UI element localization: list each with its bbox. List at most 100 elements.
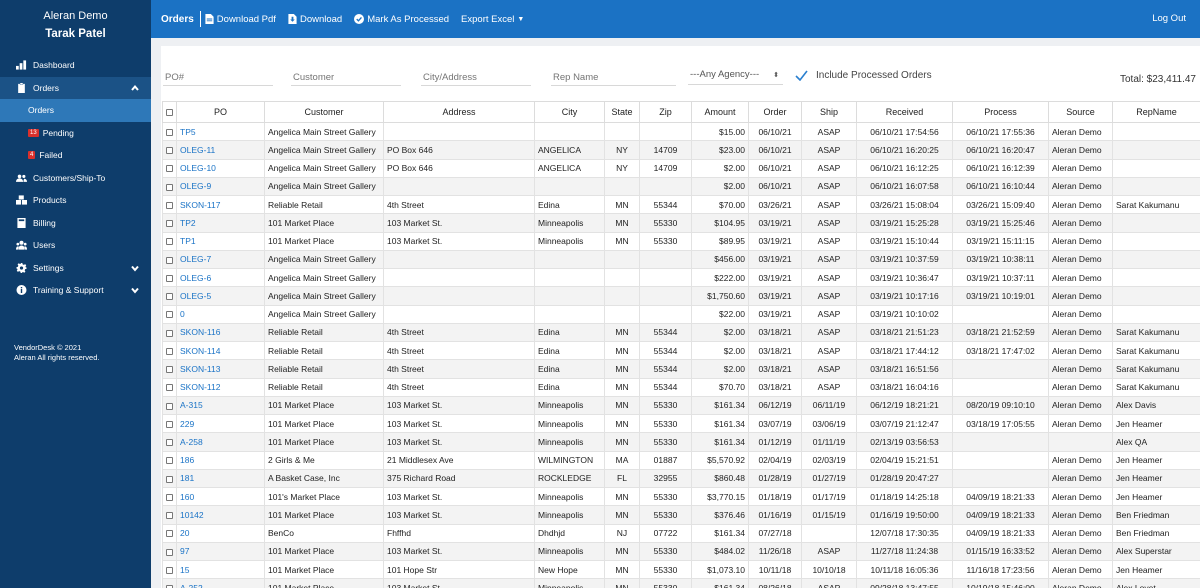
column-header-city[interactable]: City bbox=[534, 101, 605, 123]
table-row[interactable]: 10142 101 Market Place 103 Market St. Minne… bbox=[162, 505, 1200, 525]
po-link[interactable]: 186 bbox=[176, 450, 265, 470]
po-link[interactable]: TP1 bbox=[176, 231, 265, 251]
sidebar-item-customers[interactable]: Customers/Ship-To bbox=[0, 167, 151, 190]
table-row[interactable]: OLEG-10 Angelica Main Street Gallery PO Bo… bbox=[162, 158, 1200, 178]
agency-select[interactable]: ---Any Agency--- ⬍ bbox=[688, 69, 783, 85]
po-link[interactable]: OLEG-9 bbox=[176, 176, 265, 197]
po-link[interactable]: A-315 bbox=[176, 395, 265, 416]
row-checkbox[interactable] bbox=[162, 176, 177, 197]
table-row[interactable]: 0 Angelica Main Street Gallery $22.00 03/19… bbox=[162, 304, 1200, 324]
column-header-received[interactable]: Received bbox=[856, 101, 953, 123]
po-link[interactable]: OLEG-11 bbox=[176, 140, 265, 160]
row-checkbox[interactable] bbox=[162, 304, 177, 324]
row-checkbox[interactable] bbox=[162, 158, 177, 178]
po-link[interactable]: 20 bbox=[176, 523, 265, 543]
table-row[interactable]: A-315 101 Market Place 103 Market St. Minne… bbox=[162, 395, 1200, 416]
table-row[interactable]: 20 BenCo Fhffhd Dhdhjd NJ 07722 $161.34 07/27/1… bbox=[162, 523, 1200, 543]
po-link[interactable]: TP2 bbox=[176, 213, 265, 233]
table-row[interactable]: 160 101's Market Place 103 Market St. Minne… bbox=[162, 486, 1200, 507]
row-checkbox[interactable] bbox=[162, 194, 177, 215]
sidebar-item-training[interactable]: Training & Support bbox=[0, 279, 151, 302]
table-row[interactable]: OLEG-9 Angelica Main Street Gallery $2.00 0… bbox=[162, 176, 1200, 197]
row-checkbox[interactable] bbox=[162, 468, 177, 489]
column-header-address[interactable]: Address bbox=[383, 101, 535, 123]
city-filter-input[interactable] bbox=[421, 70, 531, 86]
sidebar-item-settings[interactable]: Settings bbox=[0, 257, 151, 280]
po-link[interactable]: A-252 bbox=[176, 578, 265, 588]
sidebar-item-dashboard[interactable]: Dashboard bbox=[0, 54, 151, 77]
sidebar-item-billing[interactable]: Billing bbox=[0, 212, 151, 235]
po-link[interactable]: SKON-114 bbox=[176, 340, 265, 361]
column-header-customer[interactable]: Customer bbox=[264, 101, 384, 123]
row-checkbox[interactable] bbox=[162, 578, 177, 588]
row-checkbox[interactable] bbox=[162, 541, 177, 562]
row-checkbox[interactable] bbox=[162, 359, 177, 379]
po-link[interactable]: 181 bbox=[176, 468, 265, 489]
row-checkbox[interactable] bbox=[162, 249, 177, 270]
table-row[interactable]: TP1 101 Market Place 103 Market St. Minneap… bbox=[162, 231, 1200, 251]
table-row[interactable]: OLEG-5 Angelica Main Street Gallery $1,750… bbox=[162, 286, 1200, 306]
row-checkbox[interactable] bbox=[162, 231, 177, 251]
po-link[interactable]: OLEG-6 bbox=[176, 267, 265, 288]
row-checkbox[interactable] bbox=[162, 505, 177, 525]
table-row[interactable]: TP5 Angelica Main Street Gallery $15.00 06/… bbox=[162, 121, 1200, 142]
sidebar-item-orders[interactable]: Orders bbox=[0, 76, 151, 99]
table-row[interactable]: 97 101 Market Place 103 Market St. Minneapo… bbox=[162, 541, 1200, 562]
sidebar-subitem-orders[interactable]: Orders bbox=[0, 99, 151, 122]
po-link[interactable]: 229 bbox=[176, 413, 265, 434]
po-link[interactable]: SKON-112 bbox=[176, 377, 265, 397]
table-row[interactable]: A-258 101 Market Place 103 Market St. Minne… bbox=[162, 432, 1200, 452]
sidebar-item-users[interactable]: Users bbox=[0, 234, 151, 257]
po-filter-input[interactable] bbox=[163, 70, 273, 86]
table-row[interactable]: 15 101 Market Place 101 Hope Str New Hope MN… bbox=[162, 559, 1200, 580]
column-header-state[interactable]: State bbox=[604, 101, 640, 123]
po-link[interactable]: 97 bbox=[176, 541, 265, 562]
row-checkbox[interactable] bbox=[162, 523, 177, 543]
row-checkbox[interactable] bbox=[162, 432, 177, 452]
table-row[interactable]: OLEG-6 Angelica Main Street Gallery $222.0… bbox=[162, 267, 1200, 288]
table-row[interactable]: 181 A Basket Case, Inc 375 Richard Road ROC… bbox=[162, 468, 1200, 489]
row-checkbox[interactable] bbox=[162, 486, 177, 507]
column-header-amount[interactable]: Amount bbox=[691, 101, 749, 123]
table-row[interactable]: SKON-114 Reliable Retail 4th Street Edina MN… bbox=[162, 340, 1200, 361]
row-checkbox[interactable] bbox=[162, 140, 177, 160]
row-checkbox[interactable] bbox=[162, 213, 177, 233]
table-row[interactable]: SKON-117 Reliable Retail 4th Street Edina MN… bbox=[162, 194, 1200, 215]
row-checkbox[interactable] bbox=[162, 121, 177, 142]
row-checkbox[interactable] bbox=[162, 413, 177, 434]
table-row[interactable]: SKON-113 Reliable Retail 4th Street Edina MN… bbox=[162, 359, 1200, 379]
table-row[interactable]: OLEG-11 Angelica Main Street Gallery PO Bo… bbox=[162, 140, 1200, 160]
row-checkbox[interactable] bbox=[162, 286, 177, 306]
select-all-checkbox[interactable] bbox=[162, 101, 177, 123]
column-header-repname[interactable]: RepName bbox=[1112, 101, 1200, 123]
po-link[interactable]: OLEG-5 bbox=[176, 286, 265, 306]
po-link[interactable]: 0 bbox=[176, 304, 265, 324]
column-header-ship[interactable]: Ship bbox=[801, 101, 857, 123]
po-link[interactable]: A-258 bbox=[176, 432, 265, 452]
table-row[interactable]: 229 101 Market Place 103 Market St. Minneap… bbox=[162, 413, 1200, 434]
po-link[interactable]: SKON-116 bbox=[176, 322, 265, 343]
mark-processed-button[interactable]: Mark As Processed bbox=[354, 14, 449, 25]
column-header-zip[interactable]: Zip bbox=[639, 101, 692, 123]
table-row[interactable]: TP2 101 Market Place 103 Market St. Minneap… bbox=[162, 213, 1200, 233]
row-checkbox[interactable] bbox=[162, 267, 177, 288]
column-header-order[interactable]: Order bbox=[748, 101, 802, 123]
po-link[interactable]: TP5 bbox=[176, 121, 265, 142]
table-row[interactable]: A-252 101 Market Place 103 Market St. Minne… bbox=[162, 578, 1200, 588]
table-row[interactable]: OLEG-7 Angelica Main Street Gallery $456.0… bbox=[162, 249, 1200, 270]
include-processed-checkbox[interactable]: Include Processed Orders bbox=[795, 70, 932, 81]
po-link[interactable]: OLEG-7 bbox=[176, 249, 265, 270]
po-link[interactable]: 15 bbox=[176, 559, 265, 580]
row-checkbox[interactable] bbox=[162, 395, 177, 416]
download-button[interactable]: Download bbox=[288, 14, 342, 25]
po-link[interactable]: 160 bbox=[176, 486, 265, 507]
sidebar-item-products[interactable]: Products bbox=[0, 189, 151, 212]
row-checkbox[interactable] bbox=[162, 322, 177, 343]
table-row[interactable]: SKON-116 Reliable Retail 4th Street Edina MN… bbox=[162, 322, 1200, 343]
row-checkbox[interactable] bbox=[162, 559, 177, 580]
column-header-process[interactable]: Process bbox=[952, 101, 1049, 123]
po-link[interactable]: 10142 bbox=[176, 505, 265, 525]
table-row[interactable]: SKON-112 Reliable Retail 4th Street Edina MN… bbox=[162, 377, 1200, 397]
column-header-source[interactable]: Source bbox=[1048, 101, 1113, 123]
po-link[interactable]: SKON-117 bbox=[176, 194, 265, 215]
